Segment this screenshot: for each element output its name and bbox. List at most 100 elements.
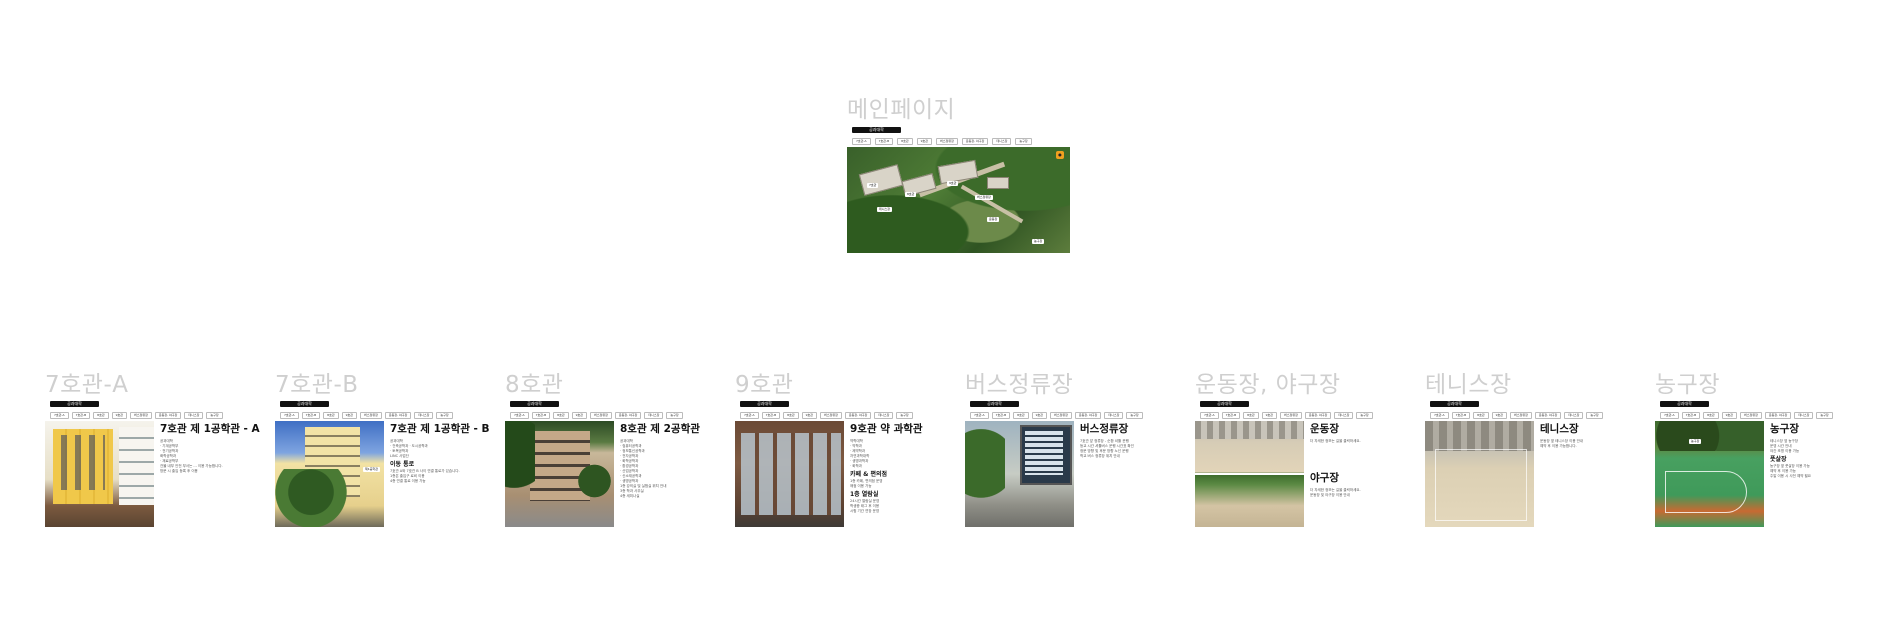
building-info: 농구장 테니스장 옆 농구장 운영 시간 안내 야간 조명 이용 가능 풋살장 … xyxy=(1770,423,1877,527)
nav-bus[interactable]: 버스정류장 xyxy=(1050,412,1072,419)
nav-7b[interactable]: 7호관-B xyxy=(1221,412,1241,419)
brand-logo[interactable]: 공과대학 xyxy=(280,401,329,407)
nav-8[interactable]: 8호관 xyxy=(897,138,913,145)
nav-8[interactable]: 8호관 xyxy=(323,412,339,419)
nav-basketball[interactable]: 농구장 xyxy=(896,412,913,419)
nav-7b[interactable]: 7호관-B xyxy=(301,412,321,419)
nav-basketball[interactable]: 농구장 xyxy=(1015,138,1032,145)
nav-bus[interactable]: 버스정류장 xyxy=(936,138,958,145)
nav-7a[interactable]: 7호관-A xyxy=(1200,412,1219,419)
nav-tennis[interactable]: 테니스장 xyxy=(414,412,434,419)
map-label-8[interactable]: 8호관 xyxy=(905,192,917,197)
brand-logo[interactable]: 공과대학 xyxy=(970,401,1019,407)
nav-bus[interactable]: 버스정류장 xyxy=(130,412,152,419)
nav-field[interactable]: 운동장, 야구장 xyxy=(1534,412,1562,419)
nav-bus[interactable]: 버스정류장 xyxy=(1740,412,1762,419)
nav-8[interactable]: 8호관 xyxy=(1013,412,1029,419)
nav-8[interactable]: 8호관 xyxy=(1243,412,1259,419)
nav-9[interactable]: 9호관 xyxy=(1261,412,1278,419)
nav-bus[interactable]: 버스정류장 xyxy=(820,412,842,419)
nav-8[interactable]: 8호관 xyxy=(1473,412,1489,419)
nav-7b[interactable]: 7호관-B xyxy=(874,138,894,145)
brand-logo[interactable]: 공과대학 xyxy=(852,127,901,133)
nav-basketball[interactable]: 농구장 xyxy=(1586,412,1603,419)
map-label-bus[interactable]: 버스정류장 xyxy=(975,195,993,200)
nav-tennis[interactable]: 테니스장 xyxy=(184,412,204,419)
nav-9[interactable]: 9호관 xyxy=(111,412,128,419)
nav-field[interactable]: 운동장, 야구장 xyxy=(154,412,182,419)
building-7[interactable] xyxy=(858,164,904,196)
map-pin-icon[interactable]: ● xyxy=(1056,151,1064,159)
nav-field[interactable]: 운동장, 야구장 xyxy=(961,138,989,145)
section-title-baseball: 야구장 xyxy=(1310,472,1339,484)
nav-field[interactable]: 운동장, 야구장 xyxy=(1764,412,1792,419)
nav-tennis[interactable]: 테니스장 xyxy=(644,412,664,419)
brand-logo[interactable]: 공과대학 xyxy=(510,401,559,407)
nav-7b[interactable]: 7호관-B xyxy=(1451,412,1471,419)
nav-7a[interactable]: 7호관-A xyxy=(1430,412,1449,419)
nav-bus[interactable]: 버스정류장 xyxy=(1280,412,1302,419)
building-9[interactable] xyxy=(937,159,979,185)
nav-field[interactable]: 운동장, 야구장 xyxy=(1304,412,1332,419)
nav-8[interactable]: 8호관 xyxy=(553,412,569,419)
nav-basketball[interactable]: 농구장 xyxy=(666,412,683,419)
nav-7a[interactable]: 7호관-A xyxy=(852,138,871,145)
nav-tennis[interactable]: 테니스장 xyxy=(874,412,894,419)
nav-7b[interactable]: 7호관-B xyxy=(761,412,781,419)
nav-tennis[interactable]: 테니스장 xyxy=(1794,412,1814,419)
nav-7b[interactable]: 7호관-B xyxy=(1681,412,1701,419)
brand-logo[interactable]: 공과대학 xyxy=(1200,401,1249,407)
brand-logo[interactable]: 공과대학 xyxy=(740,401,789,407)
nav-field[interactable]: 운동장, 야구장 xyxy=(614,412,642,419)
nav-tennis[interactable]: 테니스장 xyxy=(1564,412,1584,419)
nav-bus[interactable]: 버스정류장 xyxy=(1510,412,1532,419)
nav-tennis[interactable]: 테니스장 xyxy=(1334,412,1354,419)
brand-logo[interactable]: 공과대학 xyxy=(1430,401,1479,407)
bus-stop-photo xyxy=(965,421,1074,527)
nav-9[interactable]: 9호관 xyxy=(1721,412,1738,419)
brand-logo[interactable]: 공과대학 xyxy=(50,401,99,407)
nav-8[interactable]: 8호관 xyxy=(1703,412,1719,419)
nav-9[interactable]: 9호관 xyxy=(916,138,933,145)
info-subheading: 풋살장 xyxy=(1770,456,1787,463)
nav-7b[interactable]: 7호관-B xyxy=(531,412,551,419)
nav-bus[interactable]: 버스정류장 xyxy=(360,412,382,419)
nav-tennis[interactable]: 테니스장 xyxy=(1104,412,1124,419)
nav-basketball[interactable]: 농구장 xyxy=(1126,412,1143,419)
frame-title-8: 8호관 xyxy=(505,372,564,398)
nav-bus[interactable]: 버스정류장 xyxy=(590,412,612,419)
card-nav: 7호관-A 7호관-B 8호관 9호관 버스정류장 운동장, 야구장 테니스장 … xyxy=(1200,412,1417,419)
nav-basketball[interactable]: 농구장 xyxy=(206,412,223,419)
nav-7a[interactable]: 7호관-A xyxy=(280,412,299,419)
nav-basketball[interactable]: 농구장 xyxy=(436,412,453,419)
nav-9[interactable]: 9호관 xyxy=(1031,412,1048,419)
nav-8[interactable]: 8호관 xyxy=(783,412,799,419)
nav-7a[interactable]: 7호관-A xyxy=(50,412,69,419)
nav-8[interactable]: 8호관 xyxy=(93,412,109,419)
nav-tennis[interactable]: 테니스장 xyxy=(992,138,1012,145)
map-label-tennis[interactable]: 테니스장 xyxy=(877,207,893,212)
map-label-7[interactable]: 7호관 xyxy=(867,183,879,188)
map-label-9[interactable]: 9호관 xyxy=(947,181,959,186)
nav-9[interactable]: 9호관 xyxy=(1491,412,1508,419)
nav-9[interactable]: 9호관 xyxy=(341,412,358,419)
frame-title-tennis: 테니스장 xyxy=(1425,372,1512,398)
nav-7b[interactable]: 7호관-B xyxy=(991,412,1011,419)
nav-7a[interactable]: 7호관-A xyxy=(1660,412,1679,419)
nav-field[interactable]: 운동장, 야구장 xyxy=(1074,412,1102,419)
brand-logo[interactable]: 공과대학 xyxy=(1660,401,1709,407)
nav-7b[interactable]: 7호관-B xyxy=(71,412,91,419)
nav-7a[interactable]: 7호관-A xyxy=(970,412,989,419)
nav-field[interactable]: 운동장, 야구장 xyxy=(384,412,412,419)
nav-basketball[interactable]: 농구장 xyxy=(1816,412,1833,419)
nav-field[interactable]: 운동장, 야구장 xyxy=(844,412,872,419)
nav-7a[interactable]: 7호관-A xyxy=(740,412,759,419)
nav-9[interactable]: 9호관 xyxy=(571,412,588,419)
map-label-basketball[interactable]: 농구장 xyxy=(1032,239,1045,244)
frame-title-7b: 7호관-B xyxy=(275,372,359,398)
nav-basketball[interactable]: 농구장 xyxy=(1356,412,1373,419)
map-label-field[interactable]: 운동장 xyxy=(987,217,1000,222)
campus-map: 7호관 8호관 9호관 버스정류장 운동장 테니스장 농구장 ● xyxy=(847,147,1070,253)
nav-7a[interactable]: 7호관-A xyxy=(510,412,529,419)
nav-9[interactable]: 9호관 xyxy=(801,412,818,419)
